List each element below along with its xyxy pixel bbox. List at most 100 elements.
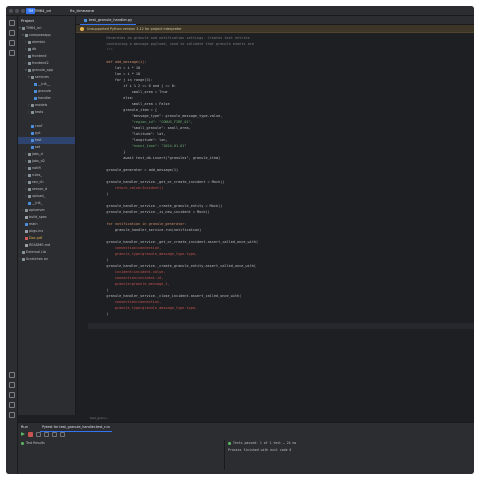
cancel-filter-icon[interactable]: [44, 432, 49, 437]
test-results-row[interactable]: Test Results: [21, 440, 221, 446]
run-panel-divider[interactable]: [224, 440, 225, 470]
stop-icon[interactable]: [28, 432, 33, 437]
project-tree-item[interactable]: › models: [18, 102, 75, 109]
terminal-icon[interactable]: [9, 392, 15, 398]
python-file-icon: [31, 124, 34, 128]
project-panel-header[interactable]: Project: [18, 16, 75, 25]
project-tree-item-label: main: [29, 222, 38, 226]
project-tree-item[interactable]: › alembic: [18, 39, 75, 46]
folder-icon: [28, 40, 31, 44]
project-tree-item[interactable]: Doc.pdf: [18, 235, 75, 242]
project-tree-item[interactable]: › jobs_d2: [18, 158, 75, 165]
structure-icon[interactable]: [9, 40, 15, 46]
project-tree-item-label: Scratches an: [26, 257, 48, 261]
project-tree-item[interactable]: pyt: [18, 130, 75, 137]
project-tree-item[interactable]: ▾ TM64_ori: [18, 25, 75, 32]
folder-icon: [31, 75, 34, 79]
code-area[interactable]: Generates an granule and notification se…: [98, 35, 470, 317]
project-tree-item[interactable]: › sensor_d: [18, 186, 75, 193]
run-icon[interactable]: [9, 382, 15, 388]
more-icon[interactable]: [9, 50, 15, 56]
project-tree-item[interactable]: ▾ services: [18, 74, 75, 81]
problems-icon[interactable]: [9, 402, 15, 408]
project-tree-item[interactable]: › External Lib: [18, 249, 75, 256]
project-tree-item[interactable]: granule: [18, 88, 75, 95]
run-label[interactable]: Run: [21, 423, 28, 431]
project-tree-item[interactable]: test: [18, 137, 75, 144]
project-tree-item[interactable]: › db: [18, 46, 75, 53]
project-tree-item-label: composeapp: [29, 33, 51, 37]
run-toolbar: [21, 432, 65, 437]
window-close-dot[interactable]: [9, 9, 13, 13]
project-tree-item-label: build_spec: [29, 215, 47, 219]
project-tree-item[interactable]: build_spec: [18, 214, 75, 221]
line-gutter[interactable]: [76, 33, 88, 415]
check-filter-icon[interactable]: [36, 432, 41, 437]
project-tree-item-label: jobs_d2: [32, 159, 45, 163]
project-tree-item[interactable]: handler: [18, 95, 75, 102]
folder-icon: [28, 61, 31, 65]
project-tree-item-label: conf: [35, 124, 43, 128]
project-tree-item[interactable]: › frontend: [18, 53, 75, 60]
project-tree-item[interactable]: set: [18, 144, 75, 151]
project-name[interactable]: TM64_ori: [34, 8, 51, 14]
export-icon[interactable]: [60, 432, 65, 437]
project-tree-item[interactable]: conf: [18, 123, 75, 130]
project-tree-item[interactable]: › frontend2: [18, 60, 75, 67]
project-tree-item-label: TM64_ori: [26, 26, 42, 30]
git-icon[interactable]: [9, 412, 15, 418]
run-panel: Run Pytest for test_granule_handler.test…: [18, 422, 474, 474]
project-tree-item[interactable]: › rules_: [18, 172, 75, 179]
project-tree-item[interactable]: › apiserver: [18, 207, 75, 214]
project-tree-item-label: notifi: [32, 166, 41, 170]
folder-icon: [28, 166, 31, 170]
project-tree-item-label: db: [32, 47, 37, 51]
folder-icon: [28, 187, 31, 191]
window-minimize-dot[interactable]: [15, 9, 19, 13]
breadcrumb-text[interactable]: test_granu...: [90, 415, 109, 422]
ide-window: TM TM64_ori fix_timezone Project ▾ TM64_o…: [6, 6, 474, 474]
project-tree-item[interactable]: [18, 116, 75, 123]
rerun-icon[interactable]: [21, 432, 25, 436]
title-bar: TM TM64_ori fix_timezone: [6, 6, 474, 16]
project-tree-item[interactable]: › upload_: [18, 193, 75, 200]
console-line: Tests passed: 1 of 1 test – 24 ms: [228, 440, 470, 447]
project-tree-item[interactable]: __init__: [18, 81, 75, 88]
window-controls[interactable]: [9, 9, 25, 13]
project-tree-item[interactable]: __init_: [18, 200, 75, 207]
project-tree-item[interactable]: › notifi: [18, 165, 75, 172]
python-file-icon: [25, 222, 28, 226]
project-tree-item[interactable]: README.md: [18, 242, 75, 249]
project-tree-item[interactable]: ▾ composeapp: [18, 32, 75, 39]
warning-text: Unsupported Python version 3.12 for proj…: [87, 27, 182, 31]
run-panel-header: Run Pytest for test_granule_handler.test…: [18, 423, 474, 432]
run-config-tab[interactable]: Pytest for test_granule_handler.test_run: [40, 423, 112, 432]
code-line[interactable]: ): [98, 311, 470, 317]
code-editor[interactable]: Generates an granule and notification se…: [76, 33, 474, 415]
project-tree-item[interactable]: › sev_ch: [18, 179, 75, 186]
project-tree-item-label: handler: [38, 96, 51, 100]
folder-icon: [22, 257, 25, 261]
project-tree-item[interactable]: › Scratches an: [18, 256, 75, 263]
project-tree-item-label: apiserver: [29, 208, 45, 212]
sort-icon[interactable]: [52, 432, 57, 437]
window-maximize-dot[interactable]: [21, 9, 25, 13]
tab-test-file[interactable]: test_granule_handler.py: [80, 16, 137, 25]
file-icon: [25, 243, 28, 247]
project-tree-item[interactable]: › jobs_d: [18, 151, 75, 158]
branch-name[interactable]: fix_timezone: [70, 8, 94, 14]
project-tree-item[interactable]: › tests: [18, 109, 75, 116]
project-tree-item[interactable]: main: [18, 221, 75, 228]
warning-banner: Unsupported Python version 3.12 for proj…: [76, 25, 474, 33]
project-tree-item[interactable]: pkgs.lnx: [18, 228, 75, 235]
python-console-icon[interactable]: [9, 372, 15, 378]
project-tree-item-label: pkgs.lnx: [29, 229, 44, 233]
project-panel: Project ▾ TM64_ori ▾ composeapp › alembic › db ›…: [18, 16, 76, 415]
warning-icon: [80, 27, 84, 31]
commit-icon[interactable]: [9, 30, 15, 36]
project-tree-item[interactable]: ▾ granule_app: [18, 67, 75, 74]
run-console[interactable]: Tests passed: 1 of 1 test – 24 ms Process…: [228, 440, 470, 454]
test-passed-icon: [21, 441, 24, 445]
folder-icon: [25, 33, 28, 37]
folder-icon[interactable]: [9, 20, 15, 26]
